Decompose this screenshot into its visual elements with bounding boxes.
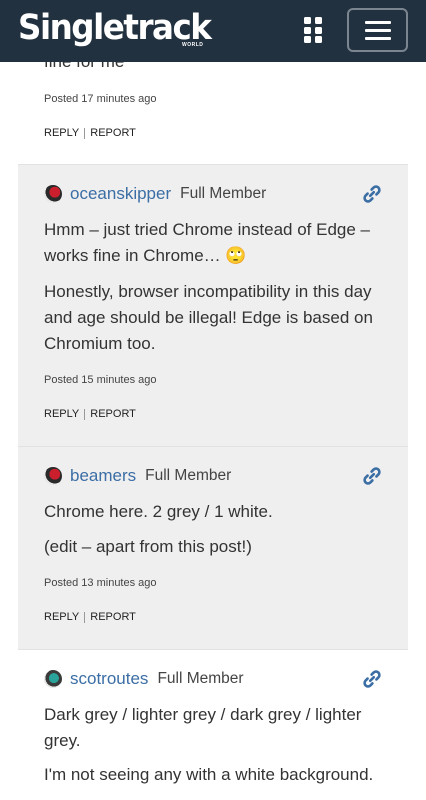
post-2-author-row: beamers Full Member [44, 463, 231, 489]
post-0-actions: REPLY REPORT [44, 127, 136, 139]
post-2-timestamp: Posted 13 minutes ago [44, 577, 157, 589]
post-3-text-0: Dark grey / lighter grey / dark grey / l… [44, 705, 362, 750]
post-3-text-1: I'm not seeing any with a white backgrou… [44, 765, 374, 784]
divider [84, 408, 86, 420]
post-3: scotroutes Full Member Dark grey / light… [18, 650, 408, 800]
post-1-actions: REPLY REPORT [44, 408, 136, 420]
permalink-link-icon[interactable] [362, 466, 382, 486]
post-2-reply-link[interactable]: REPLY [44, 611, 79, 623]
post-1-author-role: Full Member [180, 185, 267, 202]
avatar[interactable] [44, 185, 62, 203]
post-0-timestamp: Posted 17 minutes ago [44, 93, 157, 105]
post-2-text-0: Chrome here. 2 grey / 1 white. [44, 502, 273, 521]
avatar[interactable] [44, 670, 62, 688]
post-1-author-row: oceanskipper Full Member [44, 181, 266, 207]
post-1-report-link[interactable]: REPORT [90, 408, 136, 420]
post-2-author-link[interactable]: beamers [70, 466, 136, 486]
post-1-timestamp: Posted 15 minutes ago [44, 374, 157, 386]
post-3-author-link[interactable]: scotroutes [70, 669, 148, 689]
avatar[interactable] [44, 467, 62, 485]
post-2-report-link[interactable]: REPORT [90, 611, 136, 623]
post-3-author-row: scotroutes Full Member [44, 666, 244, 692]
post-1-text-0: Hmm – just tried Chrome instead of Edge … [44, 220, 370, 265]
hamburger-icon [365, 21, 391, 24]
hamburger-menu-button[interactable] [347, 8, 408, 52]
site-logo-subtext: WORLD [182, 42, 204, 48]
post-1-reply-link[interactable]: REPLY [44, 408, 79, 420]
post-2-author-role: Full Member [145, 467, 232, 484]
post-1: oceanskipper Full Member Hmm – just trie… [18, 165, 408, 447]
post-2-actions: REPLY REPORT [44, 611, 136, 623]
post-1-author-link[interactable]: oceanskipper [70, 184, 171, 204]
divider [84, 611, 86, 623]
post-0-report-link[interactable]: REPORT [90, 127, 136, 139]
post-1-text-1: Honestly, browser incompatibility in thi… [44, 282, 373, 353]
post-2-text-1: (edit – apart from this post!) [44, 537, 252, 556]
permalink-link-icon[interactable] [362, 184, 382, 204]
post-3-author-role: Full Member [157, 670, 244, 687]
left-rail [0, 0, 18, 800]
site-header: Singletrack WORLD [0, 0, 426, 62]
grid-icon[interactable] [304, 17, 324, 43]
post-2: beamers Full Member Chrome here. 2 grey … [18, 447, 408, 650]
post-0-reply-link[interactable]: REPLY [44, 127, 79, 139]
divider [84, 127, 86, 139]
permalink-link-icon[interactable] [362, 669, 382, 689]
